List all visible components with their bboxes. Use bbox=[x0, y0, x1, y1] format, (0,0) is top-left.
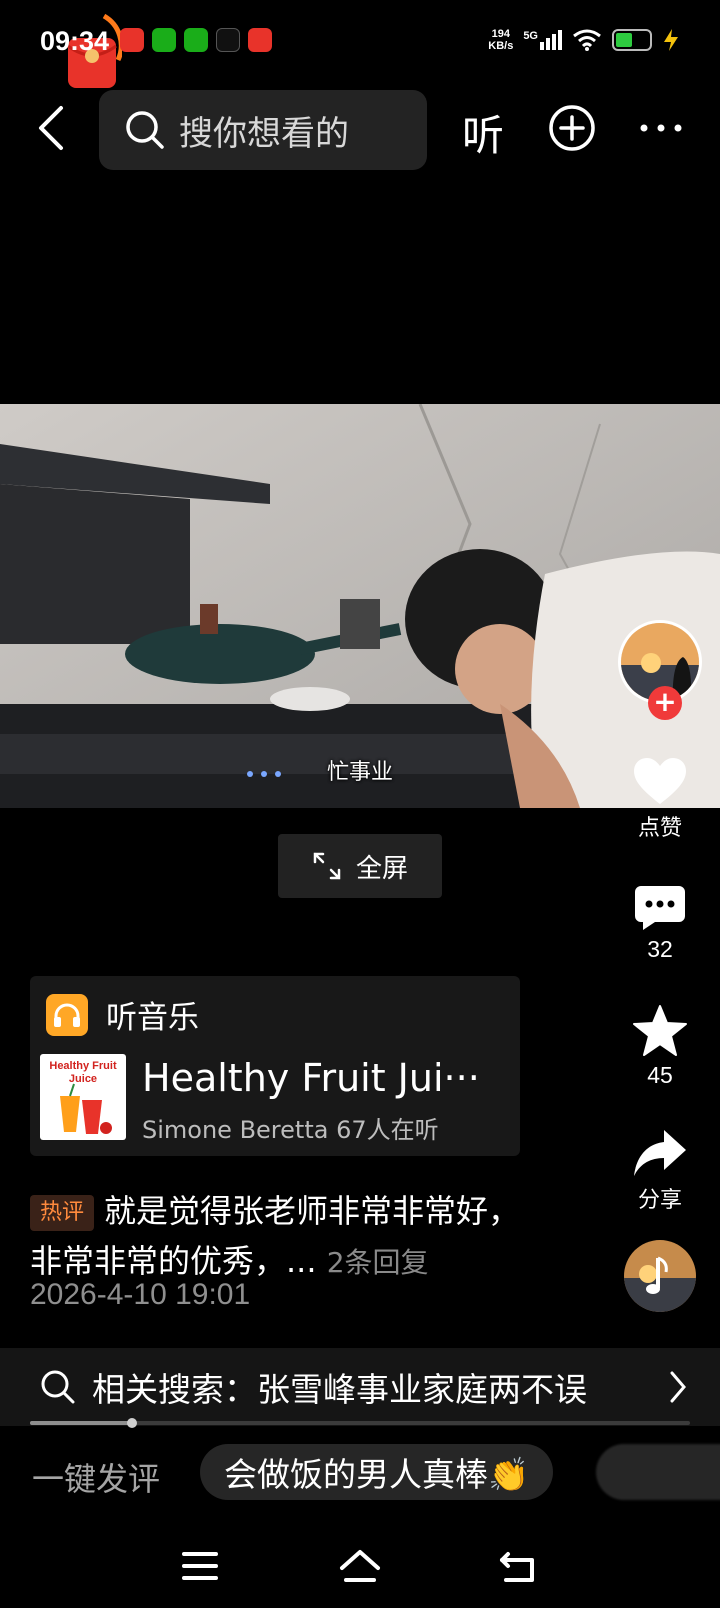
wechat-icon bbox=[152, 28, 176, 52]
comment-icon bbox=[635, 886, 685, 930]
search-icon bbox=[41, 1370, 75, 1404]
video-frame bbox=[0, 404, 720, 808]
heart-icon bbox=[634, 758, 686, 804]
back-arrow-icon bbox=[39, 106, 63, 150]
star-icon bbox=[633, 1005, 687, 1056]
quick-comment-label[interactable]: 一键发评 bbox=[32, 1454, 160, 1500]
top-nav: 搜你想看的 听 bbox=[0, 88, 720, 170]
network-type: 5G bbox=[523, 30, 538, 42]
listen-button[interactable]: 听 bbox=[462, 102, 504, 163]
headphones-icon bbox=[46, 993, 88, 1036]
wifi-icon bbox=[573, 29, 601, 51]
home-icon[interactable] bbox=[336, 1546, 384, 1586]
search-placeholder: 搜你想看的 bbox=[179, 113, 349, 154]
fullscreen-button[interactable]: 全屏 bbox=[278, 834, 442, 898]
toutiao-icon bbox=[248, 28, 272, 52]
comment-count: 32 bbox=[647, 936, 673, 962]
music-card[interactable]: 听音乐 Healthy Fruit Juice Healthy Fruit Ju… bbox=[30, 976, 520, 1156]
like-button[interactable]: 点赞 bbox=[610, 756, 710, 842]
menu-icon[interactable] bbox=[176, 1546, 224, 1586]
video-player[interactable]: 忙事业 bbox=[0, 404, 720, 808]
chevron-right-icon bbox=[670, 1371, 686, 1403]
music-disc[interactable] bbox=[624, 1240, 696, 1312]
fullscreen-label: 全屏 bbox=[355, 853, 408, 884]
related-search-bar[interactable]: 相关搜索：张雪峰事业家庭两不误 bbox=[0, 1348, 720, 1426]
follow-button[interactable]: + bbox=[648, 686, 682, 720]
toutiao-icon bbox=[120, 28, 144, 52]
battery-icon bbox=[612, 29, 652, 51]
more-icon[interactable] bbox=[638, 110, 684, 146]
progress-fill bbox=[30, 1421, 133, 1425]
back-button[interactable] bbox=[26, 100, 76, 156]
music-card-header: 听音乐 bbox=[46, 992, 199, 1037]
net-speed: 194 KB/s bbox=[488, 28, 513, 52]
hot-comment-tag: 热评 bbox=[30, 1195, 95, 1231]
quick-comment-chip-obscured[interactable] bbox=[596, 1444, 720, 1500]
status-bar: 09:34 194 KB/s 5G bbox=[0, 0, 720, 88]
system-navigation-bar bbox=[0, 1536, 720, 1596]
music-card-title: 听音乐 bbox=[106, 1000, 199, 1036]
wechat-moments-icon bbox=[184, 28, 208, 52]
song-meta: Simone Beretta 67人在听 bbox=[142, 1116, 439, 1144]
juice-glass-icon bbox=[60, 1083, 112, 1134]
search-input[interactable]: 搜你想看的 bbox=[99, 90, 427, 170]
share-button[interactable]: 分享 bbox=[610, 1128, 710, 1214]
music-note-icon bbox=[624, 1240, 696, 1312]
progress-handle[interactable] bbox=[127, 1418, 138, 1428]
quick-comment-chip[interactable]: 会做饭的男人真棒👏 bbox=[200, 1444, 554, 1500]
system-icons: 194 KB/s 5G bbox=[488, 28, 680, 52]
share-label: 分享 bbox=[637, 1188, 682, 1213]
charging-icon bbox=[664, 29, 678, 51]
like-label: 点赞 bbox=[637, 816, 682, 841]
quick-comment-row: 一键发评 会做饭的男人真棒👏 bbox=[0, 1444, 720, 1504]
share-icon bbox=[634, 1130, 686, 1176]
reply-count[interactable]: 2条回复 bbox=[327, 1246, 429, 1279]
album-cover: Healthy Fruit Juice bbox=[40, 1054, 126, 1140]
expand-icon bbox=[313, 852, 341, 880]
add-icon[interactable] bbox=[548, 104, 596, 152]
notification-icons bbox=[120, 28, 272, 52]
favorite-button[interactable]: 45 bbox=[610, 1004, 710, 1089]
back-icon[interactable] bbox=[496, 1546, 544, 1586]
comment-button[interactable]: 32 bbox=[610, 884, 710, 963]
hot-comment-text: 就是觉得张老师非常非常好，非常非常的优秀，... bbox=[30, 1192, 521, 1280]
signal-icon: 5G bbox=[523, 30, 562, 50]
clock: 09:34 bbox=[40, 26, 110, 56]
hot-comment[interactable]: 热评 就是觉得张老师非常非常好，非常非常的优秀，... 2条回复 bbox=[30, 1186, 530, 1288]
related-search-text: 相关搜索：张雪峰事业家庭两不误 bbox=[92, 1370, 587, 1409]
tiktok-icon bbox=[216, 28, 240, 52]
comment-timestamp: 2026-4-10 19:01 bbox=[30, 1278, 251, 1311]
net-speed-unit: KB/s bbox=[488, 40, 514, 52]
song-title: Healthy Fruit Jui··· bbox=[142, 1056, 480, 1100]
net-speed-value: 194 bbox=[491, 28, 510, 40]
playback-progress[interactable] bbox=[30, 1418, 690, 1428]
search-icon bbox=[126, 111, 164, 149]
author-avatar[interactable]: + bbox=[618, 620, 702, 720]
favorite-count: 45 bbox=[647, 1062, 673, 1088]
